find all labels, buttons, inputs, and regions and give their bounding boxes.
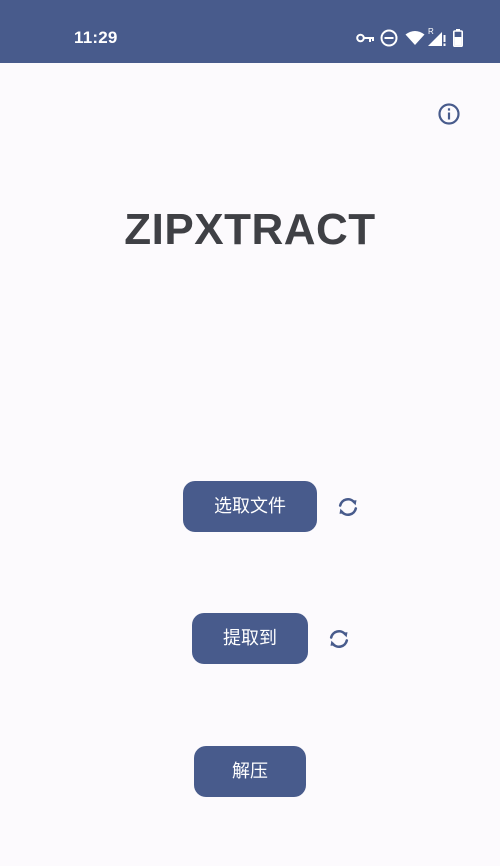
status-bar: 11:29 R xyxy=(0,0,500,63)
do-not-disturb-icon xyxy=(380,29,398,47)
app-title: ZIPXTRACT xyxy=(124,205,376,254)
status-time: 11:29 xyxy=(74,28,118,47)
select-file-button[interactable]: 选取文件 xyxy=(183,481,317,532)
battery-icon xyxy=(453,29,463,47)
cell-signal-roaming-icon: R xyxy=(428,27,446,46)
select-file-refresh-button[interactable] xyxy=(335,494,361,520)
extract-to-refresh-button[interactable] xyxy=(326,626,352,652)
svg-text:R: R xyxy=(428,27,434,36)
extract-to-button[interactable]: 提取到 xyxy=(192,613,308,664)
unzip-button[interactable]: 解压 xyxy=(194,746,306,797)
refresh-icon xyxy=(329,629,349,649)
info-icon xyxy=(438,103,460,125)
info-button[interactable] xyxy=(437,102,461,126)
refresh-icon xyxy=(338,497,358,517)
wifi-icon xyxy=(405,31,425,45)
vpn-key-icon xyxy=(356,33,374,43)
